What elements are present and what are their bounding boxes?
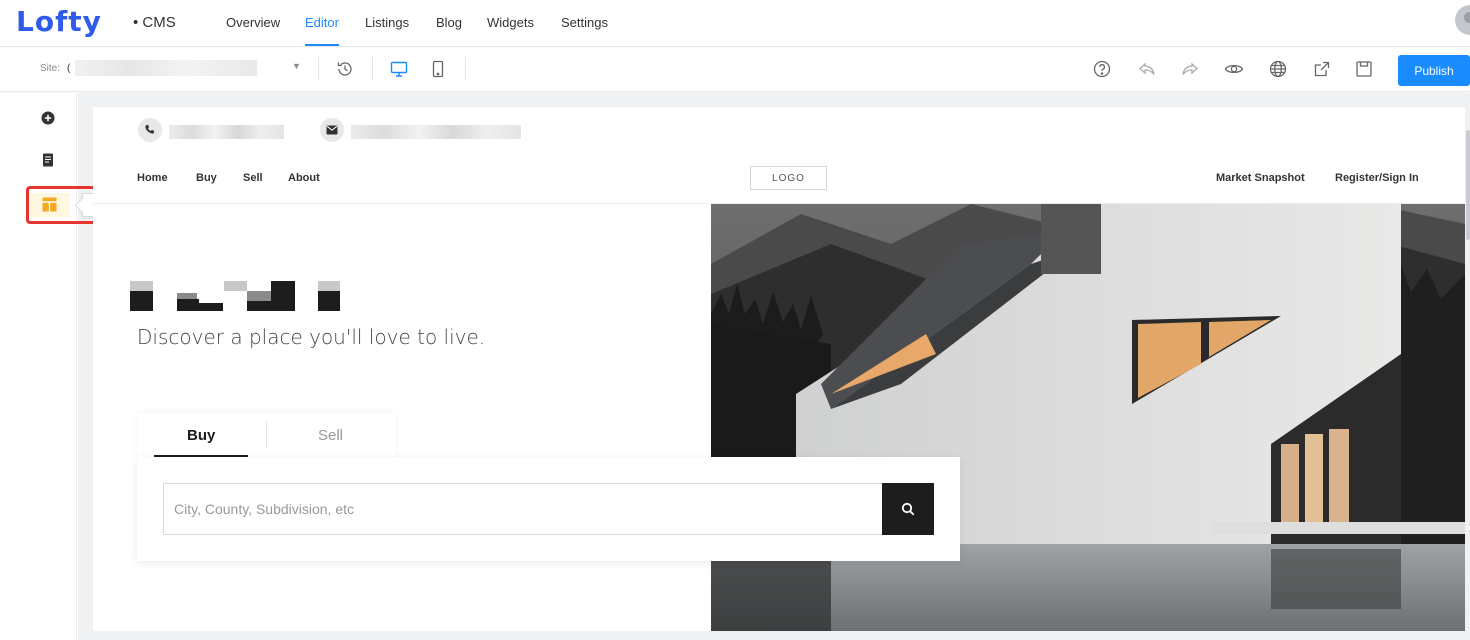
preview-icon[interactable] [1223, 58, 1245, 80]
style-icon[interactable] [41, 196, 57, 212]
site-nav-sell[interactable]: Sell [243, 172, 263, 184]
site-nav-about[interactable]: About [288, 172, 320, 184]
site-name-redacted[interactable] [75, 60, 257, 76]
user-avatar[interactable] [1455, 5, 1470, 35]
site-label: Site: [40, 63, 61, 74]
site-logo-placeholder[interactable]: LOGO [750, 166, 827, 190]
search-input[interactable] [163, 483, 883, 535]
search-panel [137, 457, 960, 561]
publish-button[interactable]: Publish [1398, 55, 1470, 86]
history-icon[interactable] [334, 58, 356, 80]
hero-subtitle: Discover a place you'll love to live. [137, 325, 486, 349]
redo-icon[interactable] [1179, 58, 1201, 80]
tab-overview[interactable]: Overview [226, 15, 280, 30]
export-icon[interactable] [1311, 58, 1333, 80]
mail-icon [320, 118, 344, 142]
phone-number-redacted [169, 125, 284, 139]
search-tab-sell[interactable]: Sell [318, 427, 343, 444]
desktop-icon[interactable] [388, 58, 410, 80]
save-icon[interactable] [1353, 58, 1375, 80]
search-tab-divider [266, 422, 267, 448]
site-nav-market-snapshot[interactable]: Market Snapshot [1216, 172, 1305, 184]
search-icon [901, 502, 915, 516]
pages-icon[interactable] [40, 152, 56, 168]
search-tabs: Buy Sell [137, 413, 396, 457]
search-button[interactable] [882, 483, 934, 535]
editor-toolbar: Site: ( ▼ Publish [0, 48, 1470, 92]
active-tab-indicator [305, 44, 339, 46]
hero-house-image [711, 204, 1465, 631]
help-icon[interactable] [1091, 58, 1113, 80]
site-nav-buy[interactable]: Buy [196, 172, 217, 184]
website-preview[interactable]: Home Buy Sell About LOGO Market Snapshot… [93, 107, 1465, 631]
lofty-logo[interactable]: Lofty [16, 5, 102, 38]
tab-blog[interactable]: Blog [436, 15, 462, 30]
site-nav-home[interactable]: Home [137, 172, 168, 184]
tab-widgets[interactable]: Widgets [487, 15, 534, 30]
mobile-icon[interactable] [427, 58, 449, 80]
tab-editor[interactable]: Editor [305, 15, 339, 30]
left-rail [0, 93, 77, 640]
top-nav: Lofty • CMS Overview Editor Listings Blo… [0, 0, 1470, 47]
chevron-down-icon[interactable]: ▼ [292, 61, 301, 71]
email-redacted [351, 125, 521, 139]
site-selector-value[interactable]: ( [67, 63, 70, 74]
undo-icon[interactable] [1136, 58, 1158, 80]
tab-listings[interactable]: Listings [365, 15, 409, 30]
tab-settings[interactable]: Settings [561, 15, 608, 30]
toolbar-divider [465, 57, 466, 81]
product-name: • CMS [133, 14, 176, 31]
toolbar-divider [372, 57, 373, 81]
globe-icon[interactable] [1267, 58, 1289, 80]
site-nav-register[interactable]: Register/Sign In [1335, 172, 1419, 184]
search-tab-buy[interactable]: Buy [187, 427, 215, 444]
add-icon[interactable] [40, 110, 56, 126]
canvas-scrollbar[interactable] [1466, 130, 1470, 240]
toolbar-divider [318, 57, 319, 81]
phone-icon [138, 118, 162, 142]
